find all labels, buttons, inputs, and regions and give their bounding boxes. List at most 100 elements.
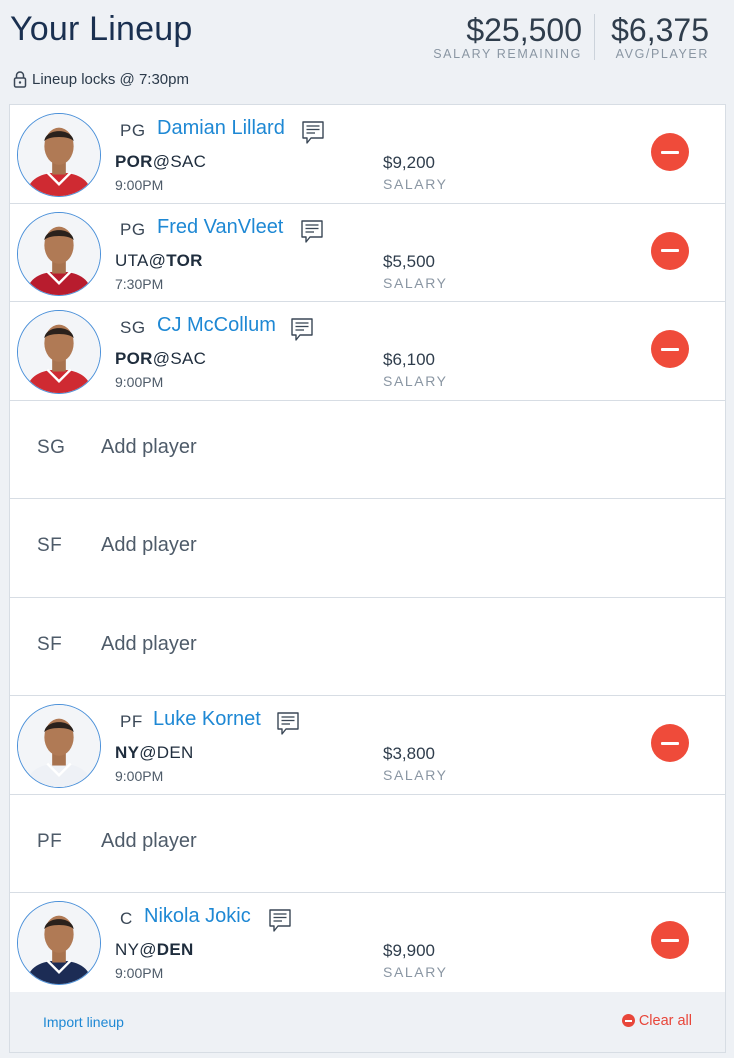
import-lineup-link[interactable]: Import lineup [43, 1014, 124, 1030]
home-team: SAC [170, 349, 207, 368]
salary-remaining-label: SALARY REMAINING [433, 47, 582, 61]
clear-all-button[interactable]: Clear all [621, 1012, 692, 1029]
game-matchup: POR@SAC [115, 152, 207, 171]
game-time: 9:00PM [115, 768, 164, 784]
player-photo-icon [18, 311, 100, 393]
game-time: 9:00PM [115, 374, 164, 390]
player-position: SG [120, 318, 146, 337]
remove-player-button[interactable] [651, 231, 689, 270]
notes-glyph [302, 121, 324, 144]
player-salary: $6,100 [383, 350, 435, 369]
player-salary: $9,200 [383, 153, 435, 172]
player-name-link[interactable]: Luke Kornet [153, 708, 261, 731]
stat-divider [594, 14, 595, 60]
player-photo-icon [18, 902, 100, 984]
empty-slot-row[interactable]: SF Add player [10, 597, 725, 696]
player-avatar[interactable] [17, 310, 101, 394]
salary-label: SALARY [383, 964, 448, 980]
remove-player-button[interactable] [651, 133, 689, 171]
slot-position: PF [37, 830, 63, 852]
page-title: Your Lineup [10, 10, 193, 48]
player-name-link[interactable]: Nikola Jokic [144, 905, 251, 928]
clear-all-label: Clear all [638, 1012, 692, 1029]
away-team: NY [115, 743, 140, 762]
player-avatar[interactable] [17, 901, 101, 985]
player-position: PG [120, 219, 146, 239]
avg-player-value: $6,375 [611, 12, 709, 48]
player-row[interactable]: PG Fred VanVleet UTA@TOR 7:30PM $5,500 S… [10, 203, 725, 302]
lineup-header: Your Lineup Lineup locks @ 7:30pm $25,50… [0, 0, 734, 100]
player-news-icon[interactable] [290, 317, 314, 343]
player-salary: $5,500 [383, 251, 435, 271]
salary-label: SALARY [383, 373, 448, 389]
empty-slot-row[interactable]: PF Add player [10, 794, 725, 893]
home-team: DEN [156, 940, 194, 959]
lineup-footer: Import lineup Clear all [10, 991, 725, 1052]
game-time: 9:00PM [115, 965, 164, 981]
lineup-lock-info: Lineup locks @ 7:30pm [13, 71, 189, 88]
minus-circle-icon [621, 1014, 635, 1027]
player-salary: $9,900 [383, 941, 435, 960]
lineup-list: PG Damian Lillard POR@SAC 9:00PM $9,200 … [9, 104, 726, 1053]
add-player-button[interactable]: Add player [101, 633, 197, 656]
empty-slot-row[interactable]: SF Add player [10, 499, 725, 598]
lock-text: Lineup locks @ 7:30pm [32, 71, 189, 88]
player-news-icon[interactable] [300, 219, 324, 245]
add-player-button[interactable]: Add player [101, 830, 197, 853]
player-avatar[interactable] [17, 211, 101, 296]
player-photo-icon [18, 114, 100, 196]
player-row[interactable]: PG Damian Lillard POR@SAC 9:00PM $9,200 … [10, 105, 725, 204]
away-team: UTA [115, 250, 149, 270]
player-row[interactable]: SG CJ McCollum POR@SAC 9:00PM $6,100 SAL… [10, 302, 725, 401]
home-team: DEN [156, 743, 194, 762]
game-time: 9:00PM [115, 177, 164, 193]
player-position: PF [120, 712, 143, 731]
notes-glyph [301, 219, 323, 243]
away-team: POR [115, 349, 153, 368]
player-position: C [120, 909, 133, 928]
salary-label: SALARY [383, 274, 448, 291]
game-matchup: NY@DEN [115, 743, 194, 762]
salary-label: SALARY [383, 176, 448, 192]
game-matchup: NY@DEN [115, 940, 194, 959]
notes-glyph [277, 712, 299, 735]
add-player-button[interactable]: Add player [101, 534, 197, 557]
slot-position: SF [37, 633, 63, 655]
player-news-icon[interactable] [276, 711, 300, 737]
salary-remaining-value: $25,500 [466, 12, 582, 48]
player-name-link[interactable]: Damian Lillard [157, 117, 285, 140]
slot-position: SG [37, 436, 66, 458]
player-name-link[interactable]: Fred VanVleet [157, 216, 283, 239]
salary-remaining-stat: $25,500 SALARY REMAINING [433, 10, 582, 61]
player-row[interactable]: C Nikola Jokic NY@DEN 9:00PM $9,900 SALA… [10, 893, 725, 992]
salary-label: SALARY [383, 767, 448, 783]
game-matchup: UTA@TOR [115, 250, 203, 270]
game-time: 7:30PM [115, 275, 164, 292]
lock-icon [13, 71, 27, 88]
add-player-button[interactable]: Add player [101, 436, 197, 459]
player-news-icon[interactable] [301, 120, 325, 146]
notes-glyph [269, 909, 291, 932]
player-position: PG [120, 121, 146, 140]
notes-glyph [291, 318, 313, 341]
player-photo-icon [18, 212, 100, 295]
empty-slot-row[interactable]: SG Add player [10, 400, 725, 499]
avg-player-label: AVG/PLAYER [615, 47, 709, 61]
player-salary: $3,800 [383, 744, 435, 763]
player-news-icon[interactable] [268, 908, 292, 934]
remove-player-button[interactable] [651, 921, 689, 959]
player-avatar[interactable] [17, 704, 101, 788]
player-photo-icon [18, 705, 100, 787]
away-team: POR [115, 152, 153, 171]
remove-player-button[interactable] [651, 330, 689, 368]
slot-position: SF [37, 535, 63, 556]
avg-player-stat: $6,375 AVG/PLAYER [611, 10, 709, 61]
game-matchup: POR@SAC [115, 349, 207, 368]
remove-player-button[interactable] [651, 724, 689, 762]
home-team: TOR [166, 250, 203, 270]
home-team: SAC [170, 152, 207, 171]
player-row[interactable]: PF Luke Kornet NY@DEN 9:00PM $3,800 SALA… [10, 696, 725, 795]
player-name-link[interactable]: CJ McCollum [157, 314, 276, 337]
away-team: NY [115, 940, 140, 959]
player-avatar[interactable] [17, 113, 101, 197]
